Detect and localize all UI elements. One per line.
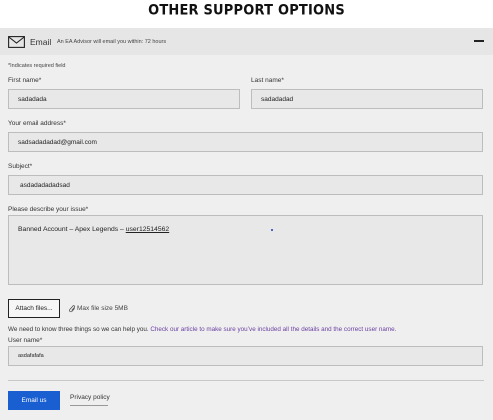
attach-files-button[interactable]: Attach files... [8, 299, 60, 318]
divider [8, 380, 484, 381]
user-name-input[interactable]: asdafafafa [8, 346, 483, 366]
info-text: We need to know three things so we can h… [8, 326, 396, 333]
user-name-label: User name* [8, 337, 43, 344]
response-time-note: An EA Advisor will email you within: 72 … [57, 39, 167, 45]
email-address-label: Your email address* [8, 120, 66, 127]
mail-icon [8, 36, 25, 48]
last-name-input[interactable]: sadadadad [251, 89, 483, 109]
paperclip-icon [69, 305, 76, 313]
first-name-label: First name* [8, 77, 42, 84]
subject-label: Subject* [8, 163, 33, 170]
subject-input[interactable]: asdadadadadsad [8, 175, 483, 195]
max-file-size-note: Max file size 5MB [77, 305, 128, 312]
privacy-underline [70, 405, 108, 406]
page-title: OTHER SUPPORT OPTIONS [148, 2, 345, 19]
first-name-input[interactable]: sadadada [8, 89, 240, 109]
cursor-dot [271, 229, 273, 231]
issue-label: Please describe your issue* [8, 206, 89, 213]
issue-text: Banned Account – Apex Legends – [18, 226, 126, 233]
email-section-label: Email [30, 37, 52, 47]
last-name-label: Last name* [251, 77, 284, 84]
issue-textarea[interactable]: Banned Account – Apex Legends – user1251… [8, 215, 483, 285]
issue-text-username: user12514562 [125, 226, 170, 233]
help-article-link[interactable]: Check our article to make sure you’ve in… [150, 326, 396, 333]
minus-icon[interactable] [474, 40, 484, 42]
email-address-input[interactable]: sadsadadadad@gmail.com [8, 132, 483, 152]
privacy-policy-link[interactable]: Privacy policy [70, 394, 110, 401]
email-us-button[interactable]: Email us [8, 391, 60, 410]
info-text-plain: We need to know three things so we can h… [8, 326, 149, 333]
required-note: *Indicates required field [8, 63, 66, 69]
